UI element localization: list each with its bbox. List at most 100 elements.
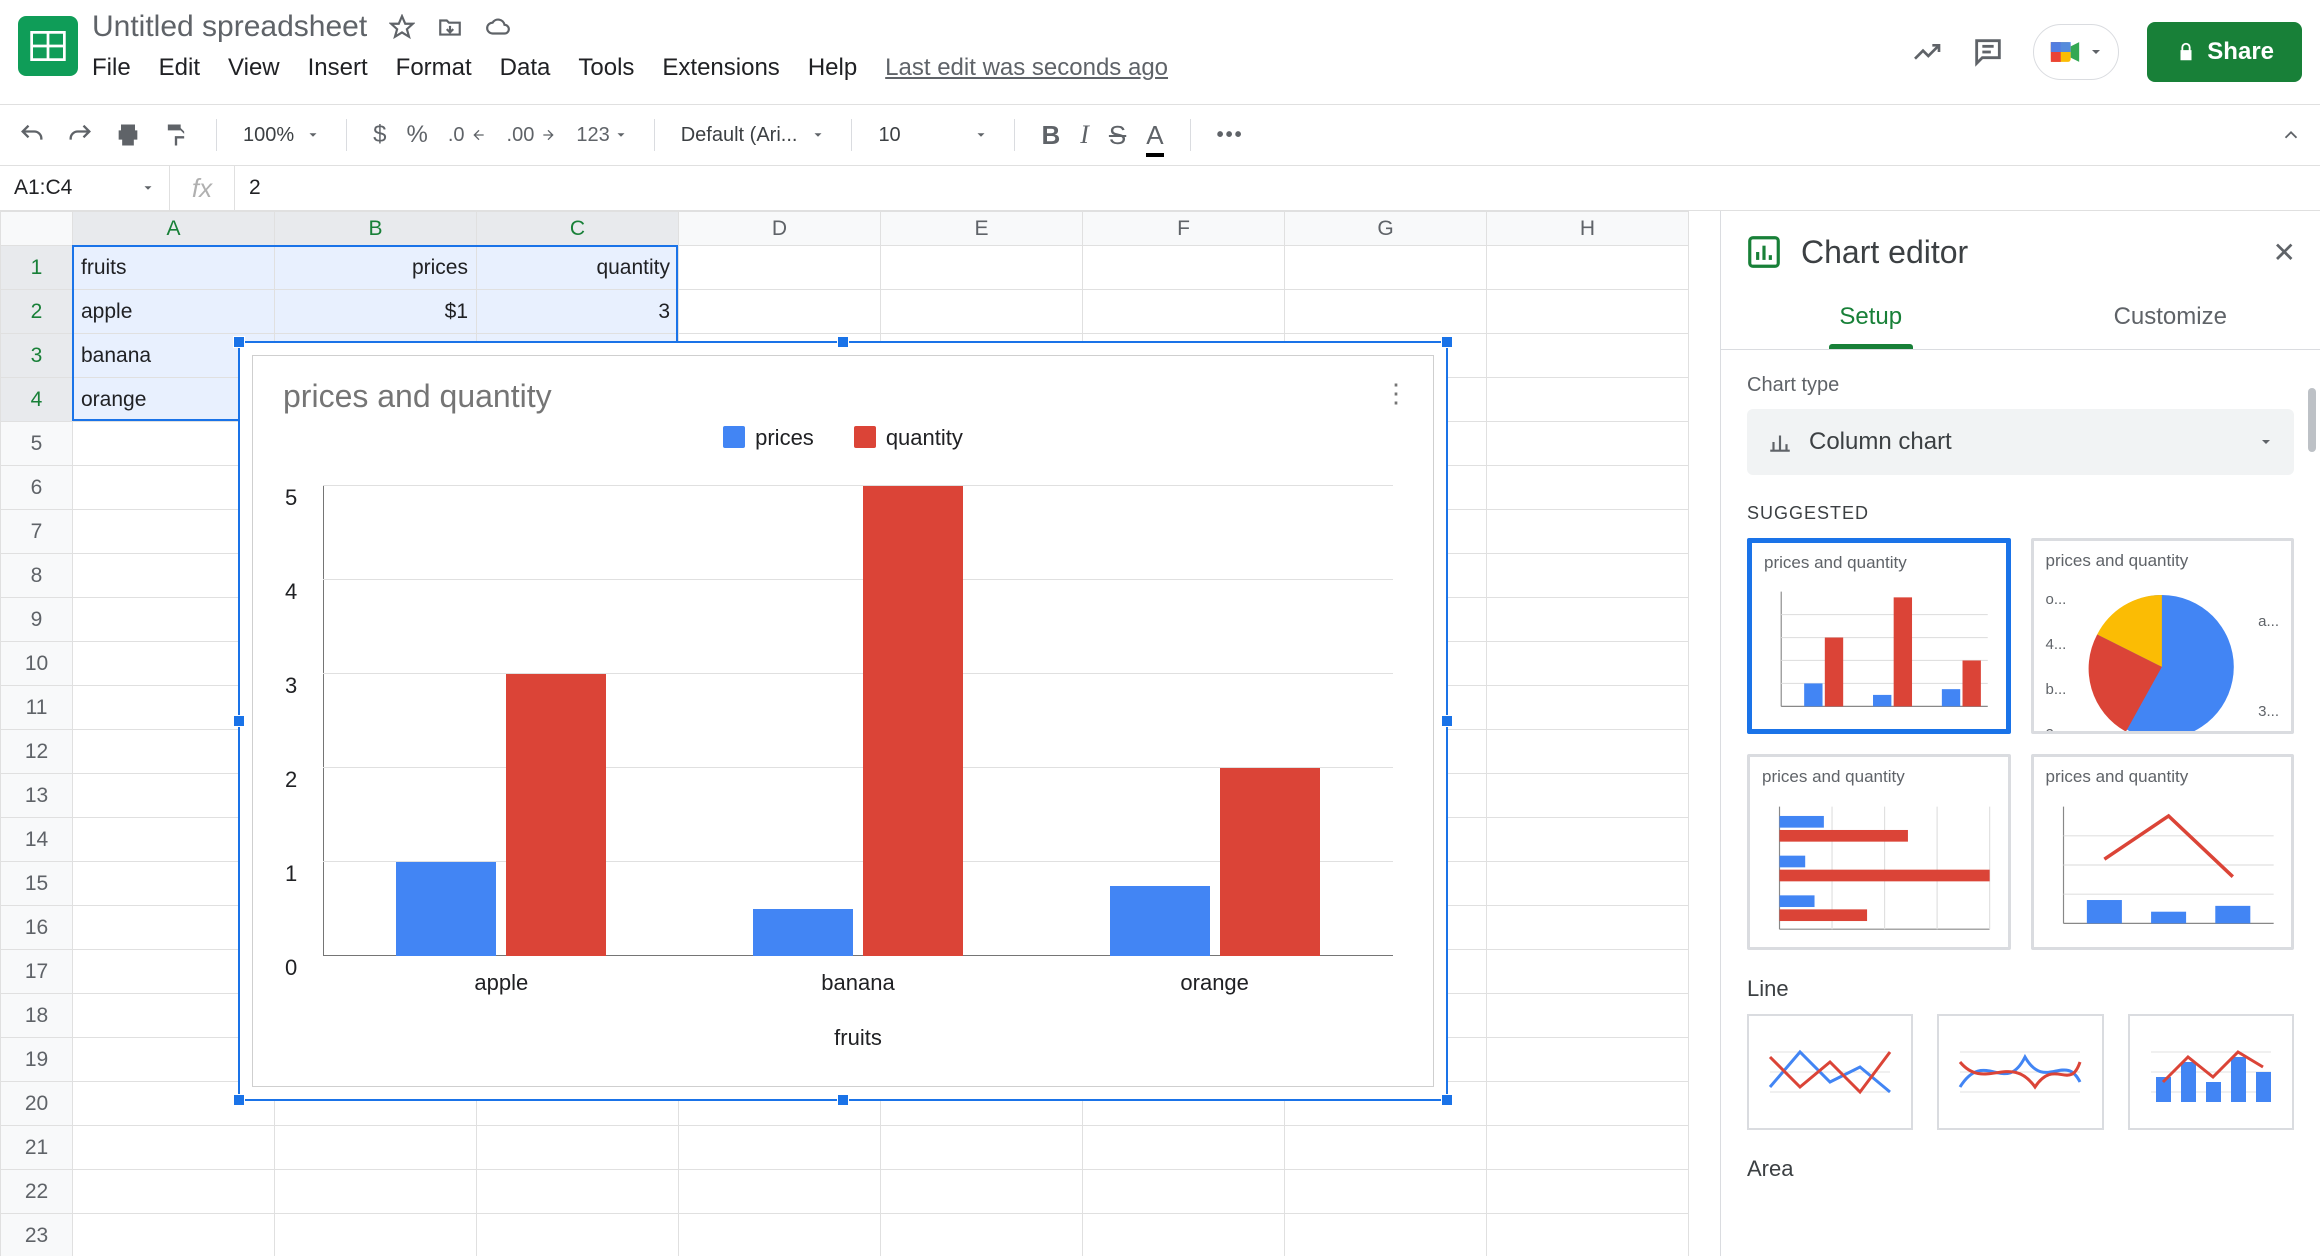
cell-H10[interactable] [1487, 642, 1689, 686]
cell-H12[interactable] [1487, 730, 1689, 774]
cell-B2[interactable]: $1 [275, 290, 477, 334]
cell-H4[interactable] [1487, 378, 1689, 422]
cell-F21[interactable] [1083, 1126, 1285, 1170]
cell-E21[interactable] [881, 1126, 1083, 1170]
row-header-11[interactable]: 11 [1, 686, 73, 730]
cell-H11[interactable] [1487, 686, 1689, 730]
cell-H1[interactable] [1487, 246, 1689, 290]
row-header-20[interactable]: 20 [1, 1082, 73, 1126]
tab-customize[interactable]: Customize [2021, 289, 2320, 349]
more-toolbar-button[interactable]: ••• [1217, 124, 1244, 147]
meet-button[interactable] [2033, 24, 2119, 80]
row-header-6[interactable]: 6 [1, 466, 73, 510]
cell-B22[interactable] [275, 1170, 477, 1214]
cell-F2[interactable] [1083, 290, 1285, 334]
column-header-C[interactable]: C [477, 212, 679, 246]
cell-H17[interactable] [1487, 950, 1689, 994]
row-header-9[interactable]: 9 [1, 598, 73, 642]
name-box[interactable]: A1:C4 [0, 166, 170, 210]
row-header-17[interactable]: 17 [1, 950, 73, 994]
row-header-21[interactable]: 21 [1, 1126, 73, 1170]
print-button[interactable] [114, 121, 142, 149]
column-header-H[interactable]: H [1487, 212, 1689, 246]
column-header-A[interactable]: A [73, 212, 275, 246]
strikethrough-button[interactable]: S [1109, 120, 1126, 151]
cell-H6[interactable] [1487, 466, 1689, 510]
zoom-select[interactable]: 100% [243, 124, 320, 147]
cell-H19[interactable] [1487, 1038, 1689, 1082]
column-header-D[interactable]: D [679, 212, 881, 246]
row-header-14[interactable]: 14 [1, 818, 73, 862]
row-header-18[interactable]: 18 [1, 994, 73, 1038]
menu-help[interactable]: Help [808, 54, 857, 82]
cloud-status-icon[interactable] [485, 14, 511, 40]
cell-B1[interactable]: prices [275, 246, 477, 290]
suggested-pie-chart[interactable]: prices and quantity o...4...b...2... a..… [2031, 538, 2295, 734]
redo-button[interactable] [66, 121, 94, 149]
cell-C22[interactable] [477, 1170, 679, 1214]
row-header-23[interactable]: 23 [1, 1214, 73, 1256]
row-header-12[interactable]: 12 [1, 730, 73, 774]
tab-setup[interactable]: Setup [1721, 289, 2021, 349]
suggested-bar-chart[interactable]: prices and quantity [1747, 754, 2011, 950]
menu-view[interactable]: View [228, 54, 280, 82]
column-header-B[interactable]: B [275, 212, 477, 246]
cell-F1[interactable] [1083, 246, 1285, 290]
format-percent-button[interactable]: % [407, 121, 428, 149]
cell-D21[interactable] [679, 1126, 881, 1170]
cell-C23[interactable] [477, 1214, 679, 1256]
cell-H22[interactable] [1487, 1170, 1689, 1214]
row-header-2[interactable]: 2 [1, 290, 73, 334]
cell-A1[interactable]: fruits [73, 246, 275, 290]
cell-C2[interactable]: 3 [477, 290, 679, 334]
panel-scrollbar-thumb[interactable] [2308, 388, 2316, 452]
cell-E2[interactable] [881, 290, 1083, 334]
cell-A22[interactable] [73, 1170, 275, 1214]
activity-icon[interactable] [1911, 36, 1943, 68]
paint-format-button[interactable] [162, 121, 190, 149]
cell-H21[interactable] [1487, 1126, 1689, 1170]
share-button[interactable]: Share [2147, 22, 2302, 82]
cell-H8[interactable] [1487, 554, 1689, 598]
cell-G2[interactable] [1285, 290, 1487, 334]
cell-D1[interactable] [679, 246, 881, 290]
cell-H13[interactable] [1487, 774, 1689, 818]
cell-H16[interactable] [1487, 906, 1689, 950]
cell-H15[interactable] [1487, 862, 1689, 906]
cell-H18[interactable] [1487, 994, 1689, 1038]
undo-button[interactable] [18, 121, 46, 149]
menu-insert[interactable]: Insert [308, 54, 368, 82]
cell-E1[interactable] [881, 246, 1083, 290]
row-header-8[interactable]: 8 [1, 554, 73, 598]
line-chart-option-1[interactable] [1747, 1014, 1913, 1130]
row-header-10[interactable]: 10 [1, 642, 73, 686]
italic-button[interactable]: I [1080, 120, 1089, 150]
format-currency-button[interactable]: $ [373, 121, 386, 149]
cell-H14[interactable] [1487, 818, 1689, 862]
cell-G22[interactable] [1285, 1170, 1487, 1214]
cell-C1[interactable]: quantity [477, 246, 679, 290]
cell-B23[interactable] [275, 1214, 477, 1256]
cell-H7[interactable] [1487, 510, 1689, 554]
cell-H2[interactable] [1487, 290, 1689, 334]
cell-B21[interactable] [275, 1126, 477, 1170]
embedded-chart[interactable]: prices and quantity ⋮ prices quantity fr… [238, 341, 1448, 1101]
formula-input[interactable]: 2 [235, 176, 2320, 200]
cell-E23[interactable] [881, 1214, 1083, 1256]
menu-data[interactable]: Data [500, 54, 551, 82]
suggested-combo-chart[interactable]: prices and quantity [2031, 754, 2295, 950]
collapse-toolbar-button[interactable] [2280, 124, 2302, 146]
font-size-select[interactable]: 10 [878, 124, 988, 147]
line-chart-option-3[interactable] [2128, 1014, 2294, 1130]
row-header-3[interactable]: 3 [1, 334, 73, 378]
row-header-5[interactable]: 5 [1, 422, 73, 466]
cell-C21[interactable] [477, 1126, 679, 1170]
cell-D23[interactable] [679, 1214, 881, 1256]
spreadsheet-grid[interactable]: ABCDEFGH1fruitspricesquantity2apple$133b… [0, 211, 1720, 1256]
cell-G1[interactable] [1285, 246, 1487, 290]
column-header-E[interactable]: E [881, 212, 1083, 246]
cell-F22[interactable] [1083, 1170, 1285, 1214]
menu-tools[interactable]: Tools [578, 54, 634, 82]
chart-menu-button[interactable]: ⋮ [1383, 378, 1409, 409]
sheets-logo-icon[interactable] [18, 16, 78, 76]
